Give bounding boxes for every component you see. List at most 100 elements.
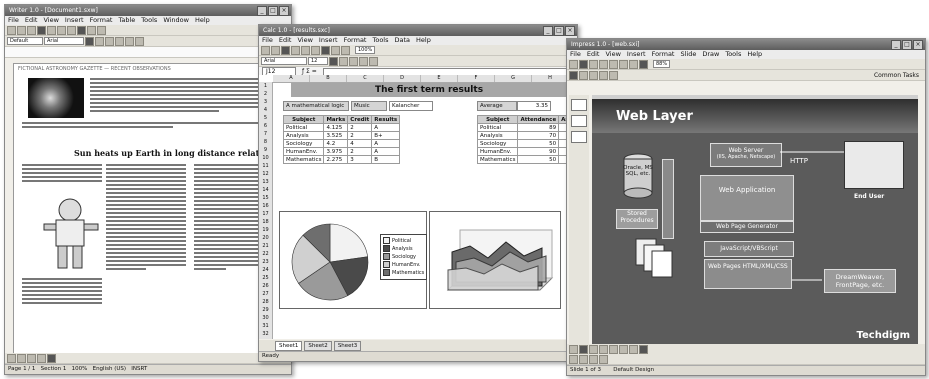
menu-file[interactable]: File bbox=[262, 36, 273, 44]
row-header[interactable]: 23 bbox=[259, 258, 272, 266]
save-icon[interactable] bbox=[589, 59, 598, 69]
slide-sorter-icon[interactable] bbox=[599, 354, 608, 364]
table-cell[interactable]: 4.125 bbox=[323, 123, 349, 132]
menu-edit[interactable]: Edit bbox=[279, 36, 292, 44]
table-cell[interactable]: 2 bbox=[347, 131, 373, 140]
menu-help[interactable]: Help bbox=[747, 50, 762, 58]
row-header[interactable]: 9 bbox=[259, 146, 272, 154]
line-icon[interactable] bbox=[619, 344, 628, 354]
menu-view[interactable]: View bbox=[43, 16, 58, 24]
paste-icon[interactable] bbox=[629, 59, 638, 69]
italic-icon[interactable] bbox=[339, 56, 348, 66]
table-cell[interactable]: A bbox=[371, 123, 401, 132]
table-cell[interactable]: 3.975 bbox=[323, 147, 349, 156]
print-icon[interactable] bbox=[291, 45, 300, 55]
row-header[interactable]: 21 bbox=[259, 242, 272, 250]
row-header[interactable]: 27 bbox=[259, 290, 272, 298]
print-icon[interactable] bbox=[599, 59, 608, 69]
3d-object-icon[interactable] bbox=[639, 344, 648, 354]
rectangle-icon[interactable] bbox=[599, 344, 608, 354]
slide-thumbnail[interactable] bbox=[571, 131, 587, 143]
menu-tools[interactable]: Tools bbox=[141, 16, 157, 24]
bold-icon[interactable] bbox=[569, 70, 578, 80]
menu-view[interactable]: View bbox=[605, 50, 620, 58]
row-header[interactable]: 30 bbox=[259, 314, 272, 322]
underline-icon[interactable] bbox=[349, 56, 358, 66]
slide[interactable]: Web Layer Web Server (IIS, Apache, Netsc… bbox=[592, 99, 918, 345]
table-cell[interactable]: 3.525 bbox=[323, 131, 349, 140]
row-header[interactable]: 4 bbox=[259, 106, 272, 114]
align-left-icon[interactable] bbox=[115, 36, 124, 46]
menu-file[interactable]: File bbox=[570, 50, 581, 58]
text-icon[interactable] bbox=[589, 344, 598, 354]
sheet-tab[interactable]: Sheet3 bbox=[333, 341, 362, 351]
row-header[interactable]: 20 bbox=[259, 234, 272, 242]
table-header[interactable]: Results bbox=[371, 115, 401, 124]
align-left-icon[interactable] bbox=[599, 70, 608, 80]
menu-table[interactable]: Table bbox=[118, 16, 135, 24]
name-value-cell-2[interactable]: Kalancher bbox=[389, 101, 433, 111]
open-icon[interactable] bbox=[579, 59, 588, 69]
minimize-icon[interactable]: _ bbox=[891, 40, 901, 50]
paste-icon[interactable] bbox=[321, 45, 330, 55]
menu-data[interactable]: Data bbox=[395, 36, 411, 44]
row-header[interactable]: 28 bbox=[259, 298, 272, 306]
copy-icon[interactable] bbox=[619, 59, 628, 69]
new-icon[interactable] bbox=[261, 45, 270, 55]
outline-view-icon[interactable] bbox=[579, 354, 588, 364]
row-header[interactable]: 26 bbox=[259, 282, 272, 290]
new-icon[interactable] bbox=[569, 59, 578, 69]
menu-tools[interactable]: Tools bbox=[725, 50, 741, 58]
row-header[interactable]: 10 bbox=[259, 154, 272, 162]
menu-file[interactable]: File bbox=[8, 16, 19, 24]
table-cell[interactable]: Analysis bbox=[476, 131, 519, 140]
menu-format[interactable]: Format bbox=[652, 50, 675, 58]
minimize-icon[interactable]: _ bbox=[543, 26, 553, 36]
table-header[interactable]: Credit bbox=[347, 115, 373, 124]
row-header[interactable]: 1 bbox=[259, 82, 272, 90]
menu-tools[interactable]: Tools bbox=[372, 36, 388, 44]
area-3d-chart[interactable] bbox=[429, 211, 561, 309]
row-header[interactable]: 25 bbox=[259, 274, 272, 282]
pie-slice[interactable] bbox=[329, 223, 368, 263]
table-cell[interactable]: Sociology bbox=[282, 139, 325, 148]
select-icon[interactable] bbox=[7, 353, 16, 363]
row-header[interactable]: 14 bbox=[259, 186, 272, 194]
table-icon[interactable] bbox=[97, 25, 106, 35]
normal-view-icon[interactable] bbox=[569, 354, 578, 364]
col-header[interactable]: C bbox=[347, 75, 384, 82]
paragraph-style-select[interactable]: Default bbox=[7, 37, 43, 45]
menu-insert[interactable]: Insert bbox=[65, 16, 84, 24]
row-header[interactable]: 8 bbox=[259, 138, 272, 146]
table-cell[interactable]: Political bbox=[476, 123, 519, 132]
row-header[interactable]: 33 bbox=[259, 338, 272, 339]
name-value-cell[interactable]: Music bbox=[351, 101, 387, 111]
undo-icon[interactable] bbox=[77, 25, 86, 35]
chart-icon[interactable] bbox=[341, 45, 350, 55]
cut-icon[interactable] bbox=[301, 45, 310, 55]
row-header[interactable]: 7 bbox=[259, 130, 272, 138]
font-size-select[interactable]: 12 bbox=[308, 57, 328, 65]
table-cell[interactable]: 90 bbox=[517, 147, 560, 156]
table-cell[interactable]: A bbox=[371, 147, 401, 156]
cut-icon[interactable] bbox=[609, 59, 618, 69]
table-cell[interactable]: Analysis bbox=[282, 131, 325, 140]
underline-icon[interactable] bbox=[589, 70, 598, 80]
font-name-select[interactable]: Arial bbox=[261, 57, 307, 65]
col-header[interactable]: D bbox=[384, 75, 421, 82]
row-header[interactable]: 17 bbox=[259, 210, 272, 218]
menu-insert[interactable]: Insert bbox=[319, 36, 338, 44]
menu-window[interactable]: Window bbox=[163, 16, 189, 24]
table-cell[interactable]: 50 bbox=[517, 139, 560, 148]
slide-thumbnail[interactable] bbox=[571, 99, 587, 111]
average-value-cell[interactable]: 3.35 bbox=[517, 101, 551, 111]
redo-icon[interactable] bbox=[87, 25, 96, 35]
col-header[interactable]: E bbox=[421, 75, 458, 82]
row-header[interactable]: 6 bbox=[259, 122, 272, 130]
maximize-icon[interactable]: □ bbox=[554, 26, 564, 36]
save-icon[interactable] bbox=[281, 45, 290, 55]
ellipse-icon[interactable] bbox=[37, 353, 46, 363]
maximize-icon[interactable]: □ bbox=[268, 6, 278, 16]
menu-help[interactable]: Help bbox=[195, 16, 210, 24]
common-tasks-label[interactable]: Common Tasks bbox=[874, 72, 919, 79]
